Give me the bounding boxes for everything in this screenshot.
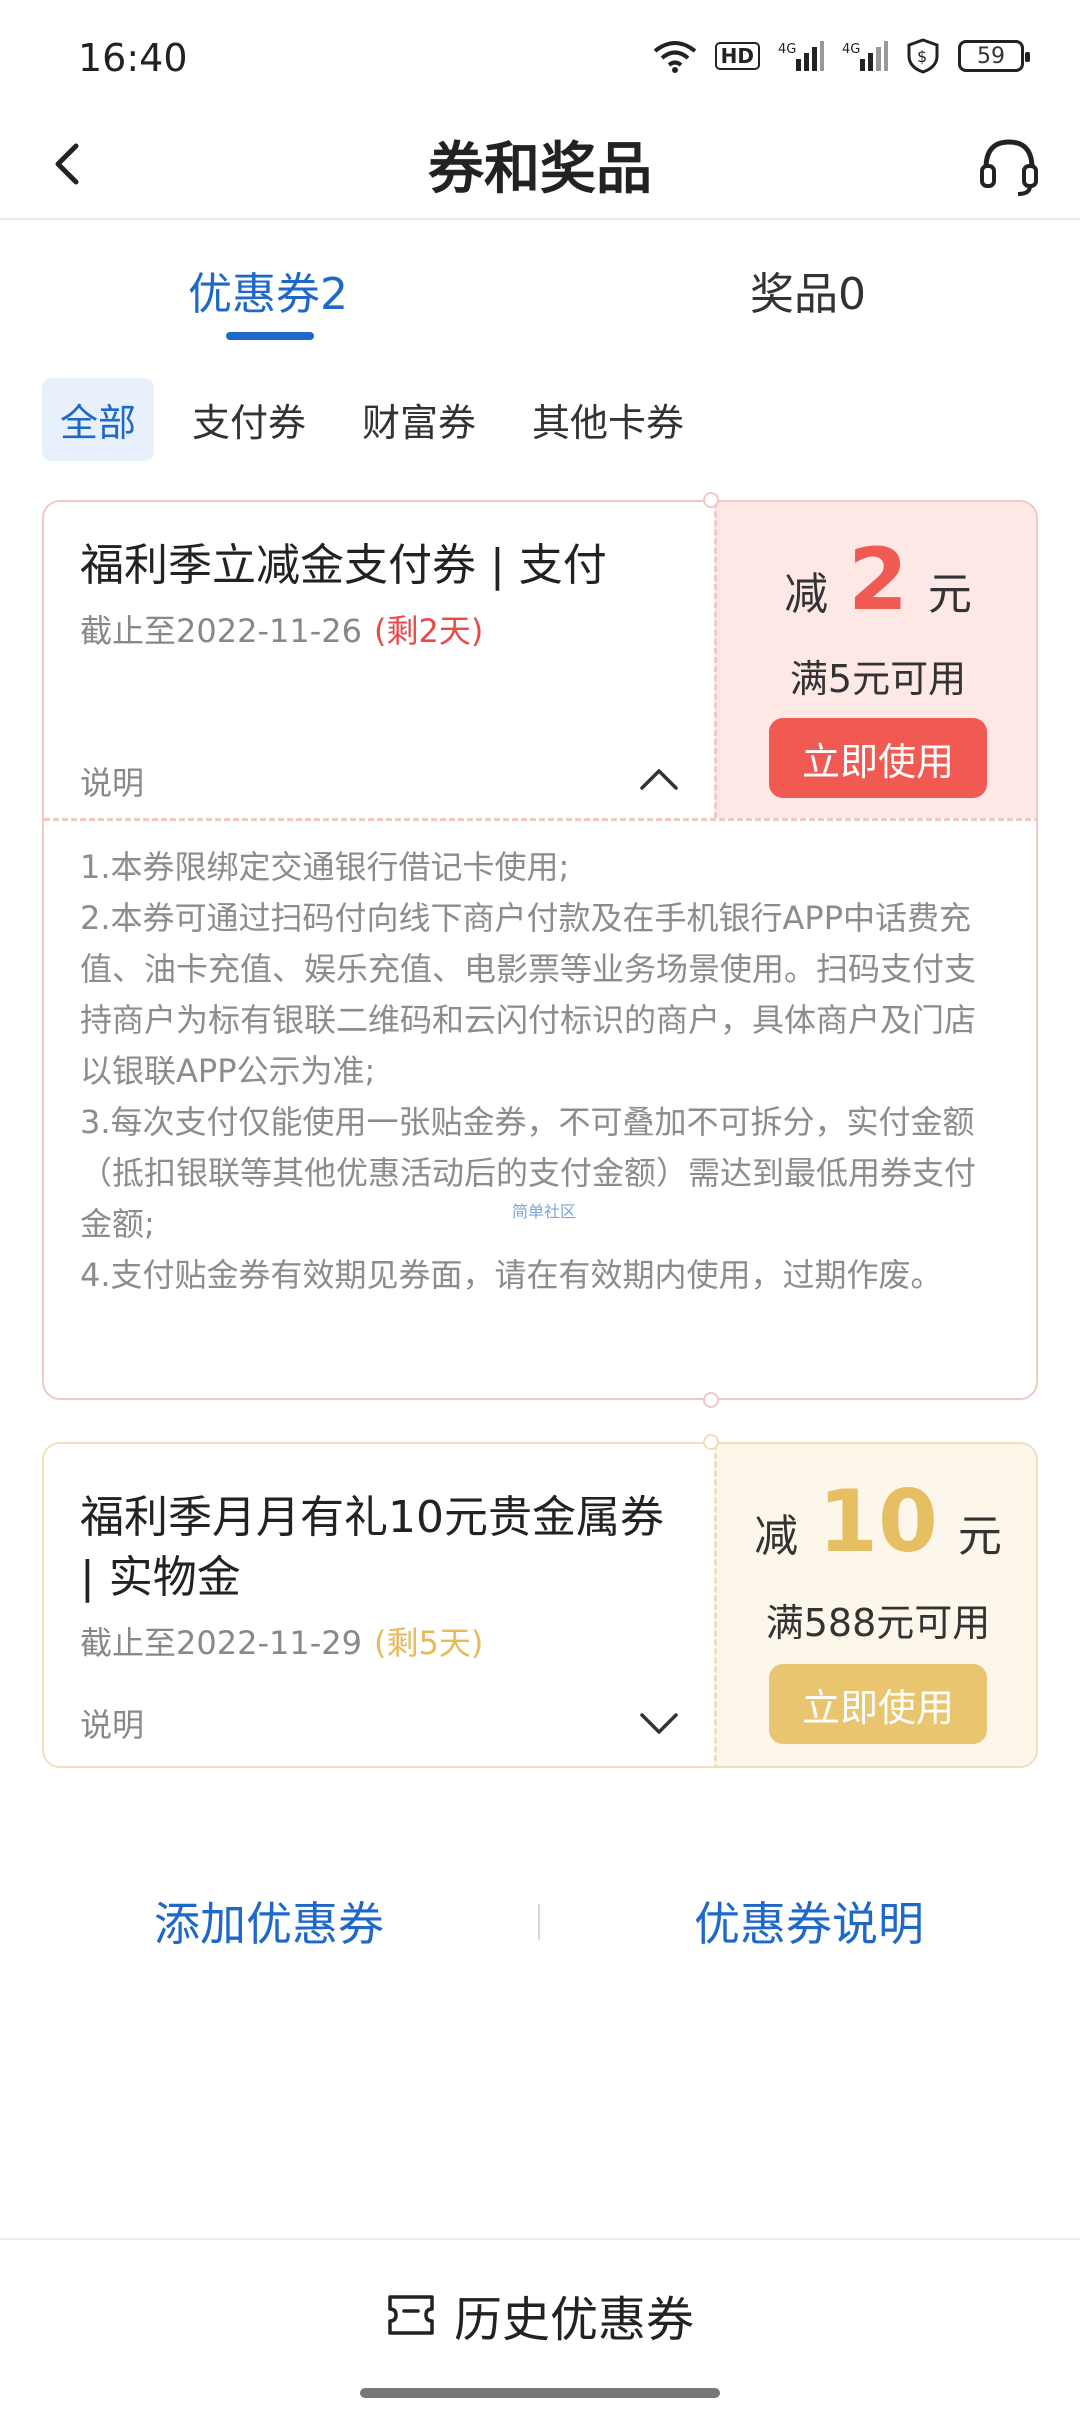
history-coupons-button[interactable]: 历史优惠券 [0, 2280, 1080, 2350]
coupon-expire-date: 截止至2022-11-29 [80, 1624, 362, 1662]
status-bar: 16:40 HD 4G 4G $ 59 [0, 0, 1080, 110]
battery-icon: 59 [958, 40, 1030, 72]
amount-prefix: 减 [754, 1511, 799, 1562]
signal-icon-2: 4G [842, 39, 888, 73]
use-now-button[interactable]: 立即使用 [769, 1664, 987, 1744]
chevron-down-icon[interactable] [638, 1702, 680, 1744]
amount-unit: 元 [927, 569, 972, 620]
header-bar: 券和奖品 [0, 110, 1080, 220]
coupon-expire-date: 截止至2022-11-26 [80, 612, 362, 650]
link-separator [538, 1904, 540, 1940]
term-line-3: 3.每次支付仅能使用一张贴金券，不可叠加不可拆分，实付金额（抵扣银联等其他优惠活… [80, 1103, 977, 1243]
amount-unit: 元 [957, 1511, 1002, 1562]
coupon-card: 福利季立减金支付券 | 支付 截止至2022-11-26 (剩2天) 说明 减2元… [42, 500, 1038, 1400]
add-coupon-link[interactable]: 添加优惠券 [154, 1888, 384, 1954]
shield-dollar-icon: $ [906, 38, 940, 74]
filter-chips: 全部 支付券 财富券 其他卡券 [42, 378, 702, 461]
amount-value: 2 [848, 530, 908, 630]
coupon-links: 添加优惠券 优惠券说明 [0, 1880, 1080, 1960]
home-indicator[interactable] [360, 2388, 720, 2398]
use-now-button[interactable]: 立即使用 [769, 718, 987, 798]
coupon-condition: 满588元可用 [765, 1601, 991, 1645]
active-tab-indicator [226, 332, 314, 340]
footer-bar: 历史优惠券 [0, 2238, 1080, 2412]
headset-icon [980, 139, 1038, 196]
ticket-notch [703, 492, 719, 508]
coupon-expiry: 截止至2022-11-29 (剩5天) [80, 1618, 678, 1664]
term-line-2: 2.本券可通过扫码付向线下商户付款及在手机银行APP中话费充值、油卡充值、娱乐充… [80, 899, 977, 1090]
coupon-remaining-days: (剩2天) [373, 612, 484, 650]
term-line-4: 4.支付贴金券有效期见券面，请在有效期内使用，过期作废。 [80, 1256, 943, 1294]
coupon-explain-toggle[interactable]: 说明 [80, 758, 144, 804]
svg-text:4G: 4G [842, 42, 860, 57]
coupon-title: 福利季立减金支付券 | 支付 [80, 540, 607, 591]
amount-value: 10 [818, 1472, 938, 1572]
divider [44, 818, 1036, 821]
filter-wealth[interactable]: 财富券 [344, 378, 494, 461]
coupon-terms: 1.本券限绑定交通银行借记卡使用; 2.本券可通过扫码付向线下商户付款及在手机银… [80, 842, 1004, 1301]
filter-payment[interactable]: 支付券 [174, 378, 324, 461]
term-line-1: 1.本券限绑定交通银行借记卡使用; [80, 848, 570, 886]
coupon-value-panel: 减 10 元 满588元可用 立即使用 [714, 1444, 1036, 1766]
amount-prefix: 减 [784, 569, 829, 620]
customer-service-button[interactable] [974, 130, 1044, 200]
coupon-info-link[interactable]: 优惠券说明 [694, 1888, 924, 1954]
hd-icon: HD [714, 42, 760, 70]
ticket-icon [388, 2295, 434, 2335]
status-icons: HD 4G 4G $ 59 [653, 38, 1030, 74]
svg-text:$: $ [917, 47, 927, 66]
coupon-amount: 减2元 [717, 530, 1036, 630]
coupon-title: 福利季月月有礼10元贵金属券 | 实物金 [80, 1492, 664, 1603]
watermark-text: 简单社区 [512, 1202, 577, 1221]
coupon-card: 福利季月月有礼10元贵金属券 | 实物金 截止至2022-11-29 (剩5天) … [42, 1442, 1038, 1768]
coupon-info: 福利季立减金支付券 | 支付 截止至2022-11-26 (剩2天) [44, 502, 714, 686]
status-time: 16:40 [78, 36, 188, 80]
coupon-expiry: 截止至2022-11-26 (剩2天) [80, 606, 678, 652]
page-title: 券和奖品 [428, 137, 652, 202]
filter-other-cards[interactable]: 其他卡券 [514, 378, 702, 461]
tab-prizes[interactable]: 奖品0 [750, 258, 866, 322]
coupon-explain-toggle[interactable]: 说明 [80, 1700, 144, 1746]
coupon-value-panel: 减2元 满5元可用 立即使用 [714, 502, 1036, 818]
coupon-condition: 满5元可用 [789, 657, 967, 701]
chevron-up-icon[interactable] [638, 758, 680, 800]
main-tabs: 优惠券2 奖品0 [0, 240, 1080, 350]
history-coupons-label: 历史优惠券 [453, 2292, 694, 2348]
coupon-info: 福利季月月有礼10元贵金属券 | 实物金 截止至2022-11-29 (剩5天) [44, 1444, 714, 1698]
signal-icon-1: 4G [778, 39, 824, 73]
svg-text:4G: 4G [778, 42, 796, 57]
ticket-notch [703, 1392, 719, 1408]
tab-coupons[interactable]: 优惠券2 [188, 258, 348, 322]
ticket-notch [703, 1434, 719, 1450]
coupon-remaining-days: (剩5天) [373, 1624, 484, 1662]
coupon-amount: 减 10 元 [717, 1472, 1036, 1572]
filter-all[interactable]: 全部 [42, 378, 155, 461]
wifi-icon [653, 39, 697, 73]
